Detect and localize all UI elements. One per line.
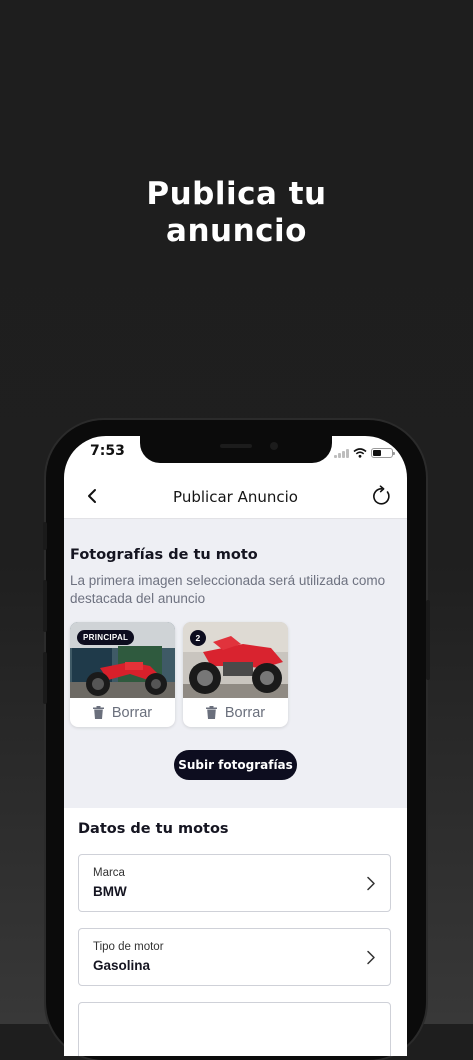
delete-label: Borrar [224, 704, 266, 721]
next-field[interactable] [78, 1002, 391, 1056]
chevron-right-icon [367, 876, 375, 891]
trash-icon [92, 706, 104, 719]
field-value: BMW [93, 884, 127, 899]
status-time: 7:53 [90, 443, 125, 459]
field-label: Marca [93, 867, 125, 879]
speaker [220, 444, 252, 448]
phone-button [43, 522, 47, 550]
field-value: Gasolina [93, 958, 151, 973]
camera [270, 442, 278, 450]
photos-description: La primera imagen seleccionada será util… [70, 573, 386, 606]
signal-icon [334, 448, 349, 458]
engine-type-field[interactable]: Tipo de motor Gasolina [78, 928, 391, 986]
wifi-icon [353, 448, 367, 458]
photo-card[interactable]: 2 Borrar [183, 622, 288, 727]
trash-icon [205, 706, 217, 719]
hero-line-2: anuncio [166, 213, 307, 249]
upload-photos-button[interactable]: Subir fotografías [174, 750, 297, 780]
phone-button [43, 580, 47, 632]
principal-badge: PRINCIPAL [77, 630, 135, 645]
delete-photo-button[interactable]: Borrar [183, 698, 288, 727]
delete-photo-button[interactable]: Borrar [70, 698, 175, 727]
phone-button [43, 652, 47, 704]
chevron-right-icon [367, 950, 375, 965]
notch [140, 436, 332, 463]
photo-number-badge: 2 [190, 630, 206, 646]
refresh-icon[interactable] [371, 485, 393, 507]
delete-label: Borrar [111, 704, 153, 721]
photos-title: Fotografías de tu moto [70, 547, 258, 563]
hero-line-1: Publica tu [146, 176, 327, 212]
brand-field[interactable]: Marca BMW [78, 854, 391, 912]
phone-screen: 7:53 Publicar Anuncio Fotografías de tu … [64, 436, 407, 1056]
hero-headline: Publica tu anuncio [0, 176, 473, 250]
page-title: Publicar Anuncio [173, 488, 298, 506]
status-icons [334, 448, 395, 458]
battery-icon [371, 448, 395, 458]
details-title: Datos de tu motos [78, 821, 229, 837]
phone-button [426, 600, 430, 680]
navbar: Publicar Anuncio [64, 479, 407, 519]
field-label: Tipo de motor [93, 941, 164, 953]
photo-card[interactable]: PRINCIPAL Borrar [70, 622, 175, 727]
